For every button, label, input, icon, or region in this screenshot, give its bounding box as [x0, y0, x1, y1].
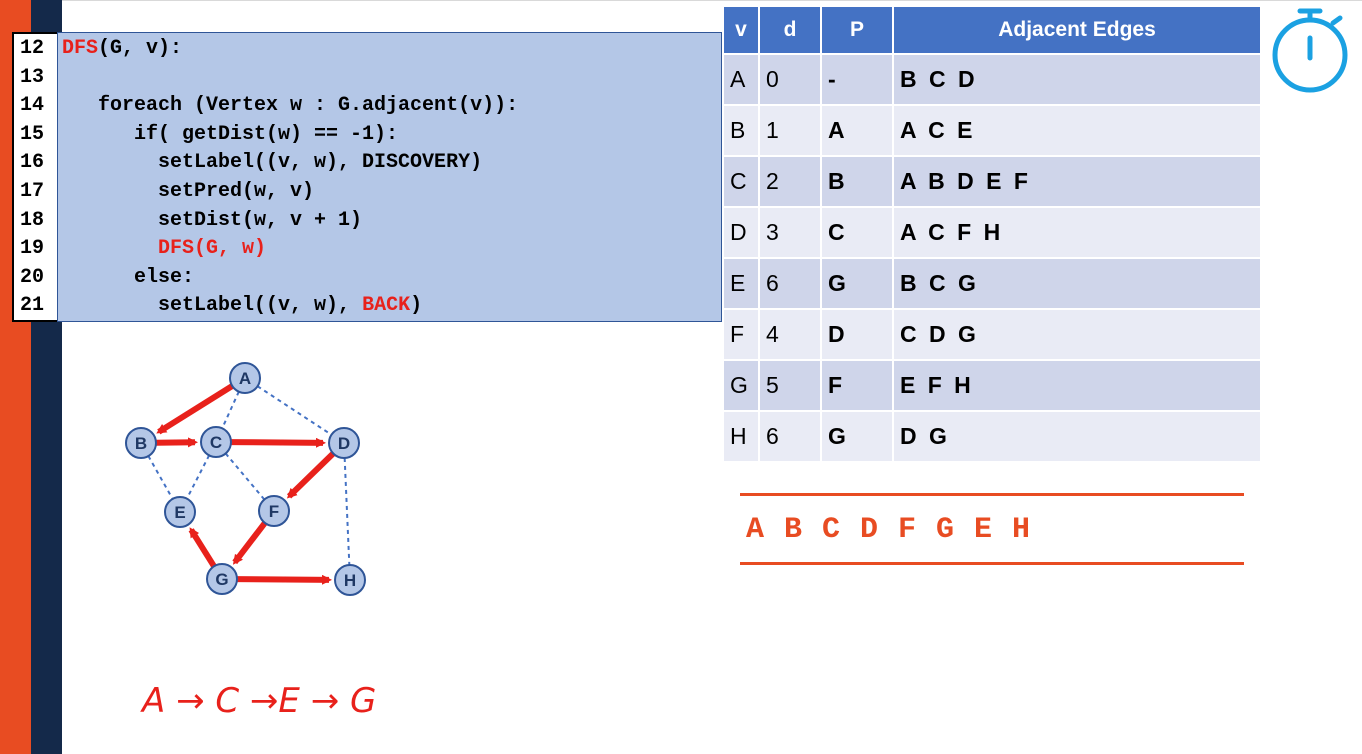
discovery-edge-GE	[188, 527, 217, 568]
node-E: E	[164, 496, 196, 528]
node-label: E	[174, 503, 185, 522]
discovery-edge-BC	[155, 437, 199, 448]
node-label: D	[338, 434, 350, 453]
back-edge-AD	[256, 385, 333, 436]
node-label: A	[239, 369, 251, 388]
stopwatch-icon	[1272, 8, 1348, 93]
discovery-edge-AB	[156, 383, 234, 435]
node-label: H	[344, 571, 356, 590]
handwritten-note: A → C →E → G	[140, 681, 376, 721]
back-edge-BE	[147, 455, 174, 500]
back-edge-DH	[343, 457, 351, 566]
back-edge-AC	[221, 391, 240, 429]
discovery-edge-DF	[286, 451, 336, 499]
back-edges	[147, 385, 351, 566]
discovery-edge-GH	[236, 574, 333, 585]
node-D: D	[328, 427, 360, 459]
back-edge-CF	[224, 452, 266, 501]
node-H: H	[334, 564, 366, 596]
discovery-edge-FG	[232, 521, 268, 565]
node-label: C	[210, 433, 222, 452]
node-label: F	[269, 502, 279, 521]
discovery-edge-CD	[230, 437, 327, 448]
node-B: B	[125, 427, 157, 459]
node-label: G	[215, 570, 228, 589]
node-label: B	[135, 434, 147, 453]
node-F: F	[258, 495, 290, 527]
discovery-edges	[155, 383, 336, 585]
node-C: C	[200, 426, 232, 458]
node-G: G	[206, 563, 238, 595]
graph-canvas: A B C D E F G H A → C →E → G	[125, 8, 1348, 721]
back-edge-CE	[185, 454, 211, 500]
node-A: A	[229, 362, 261, 394]
